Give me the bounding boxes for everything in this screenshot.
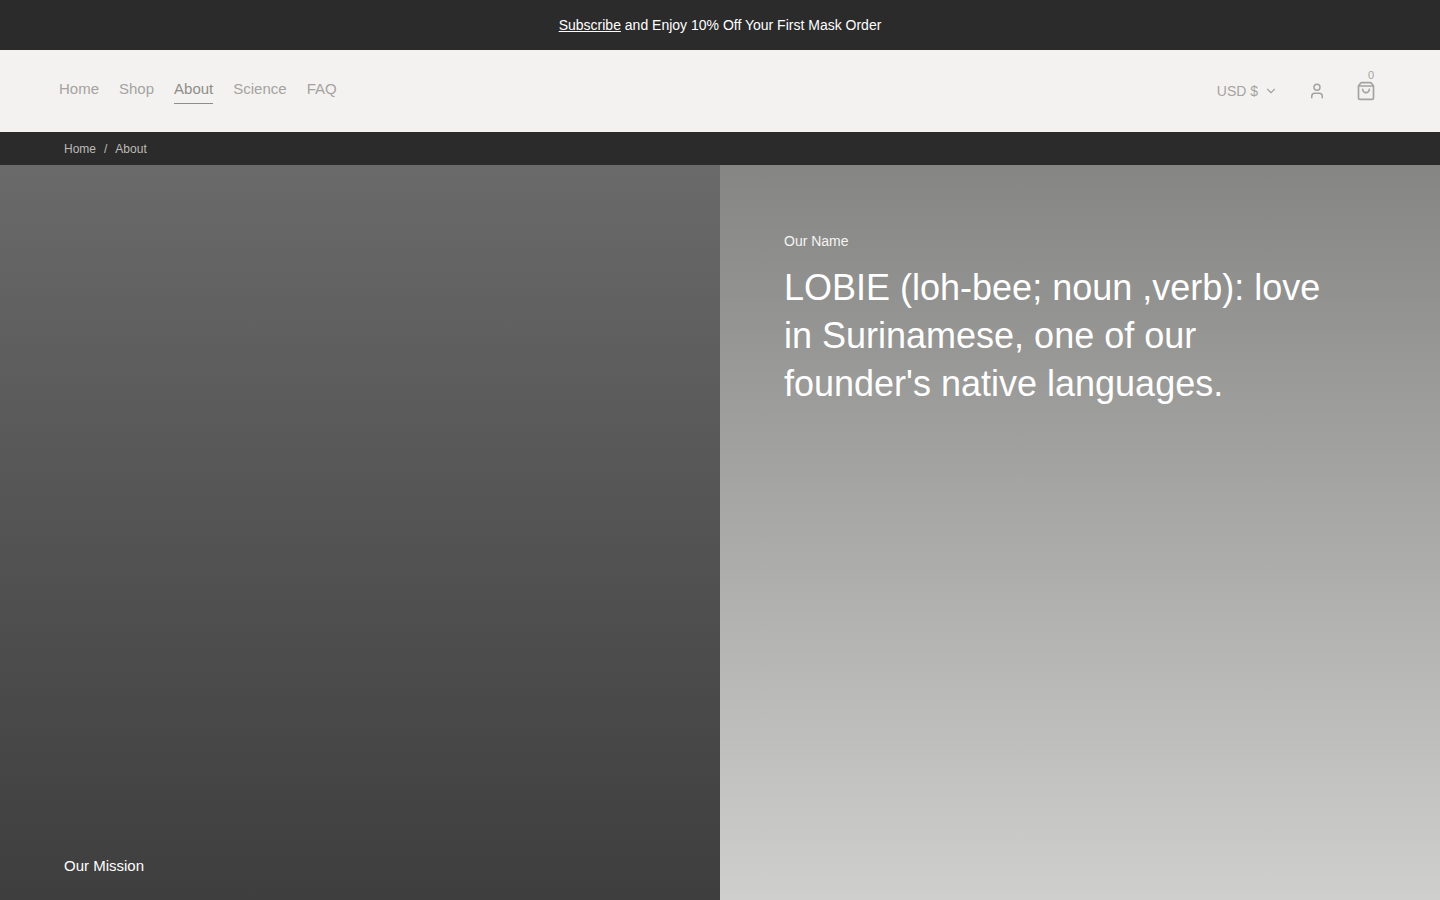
nav-item[interactable]: Science [233, 78, 286, 104]
account-button[interactable] [1308, 82, 1326, 100]
currency-selector[interactable]: USD $ [1217, 81, 1278, 102]
breadcrumb-separator: / [104, 140, 107, 158]
name-label: Our Name [784, 231, 1340, 252]
breadcrumb-item[interactable]: About [115, 140, 146, 158]
user-icon [1308, 82, 1326, 100]
nav-item[interactable]: FAQ [307, 78, 337, 104]
name-panel: Our Name LOBIE (loh-bee; noun ,verb): lov… [720, 165, 1440, 900]
page: Subscribe and Enjoy 10% Off Your First M… [0, 0, 1440, 900]
main-nav: Home Shop About Science FAQ [59, 78, 337, 104]
nav-item[interactable]: About [174, 78, 213, 104]
cart-count: 0 [1368, 67, 1374, 84]
cart-button[interactable]: 0 [1356, 81, 1376, 101]
mission-panel: Our Mission [0, 165, 720, 900]
chevron-down-icon [1264, 84, 1278, 98]
nav-item[interactable]: Home [59, 78, 99, 104]
header-actions: USD $ 0 [1217, 81, 1376, 102]
name-heading: LOBIE (loh-bee; noun ,verb): love in Sur… [784, 264, 1324, 408]
breadcrumb-item[interactable]: Home [64, 140, 96, 158]
nav-item[interactable]: Shop [119, 78, 154, 104]
announcement-text: Subscribe and Enjoy 10% Off Your First M… [559, 15, 882, 36]
subscribe-link[interactable]: Subscribe [559, 17, 621, 33]
announcement-bar: Subscribe and Enjoy 10% Off Your First M… [0, 0, 1440, 50]
breadcrumb-bar: Home / About [0, 132, 1440, 165]
mission-label: Our Mission [64, 855, 720, 878]
bag-icon [1356, 81, 1376, 101]
panels: Our Mission Our Name LOBIE (loh-bee; noun … [0, 165, 1440, 900]
header: Home Shop About Science FAQ USD $ 0 [0, 50, 1440, 132]
